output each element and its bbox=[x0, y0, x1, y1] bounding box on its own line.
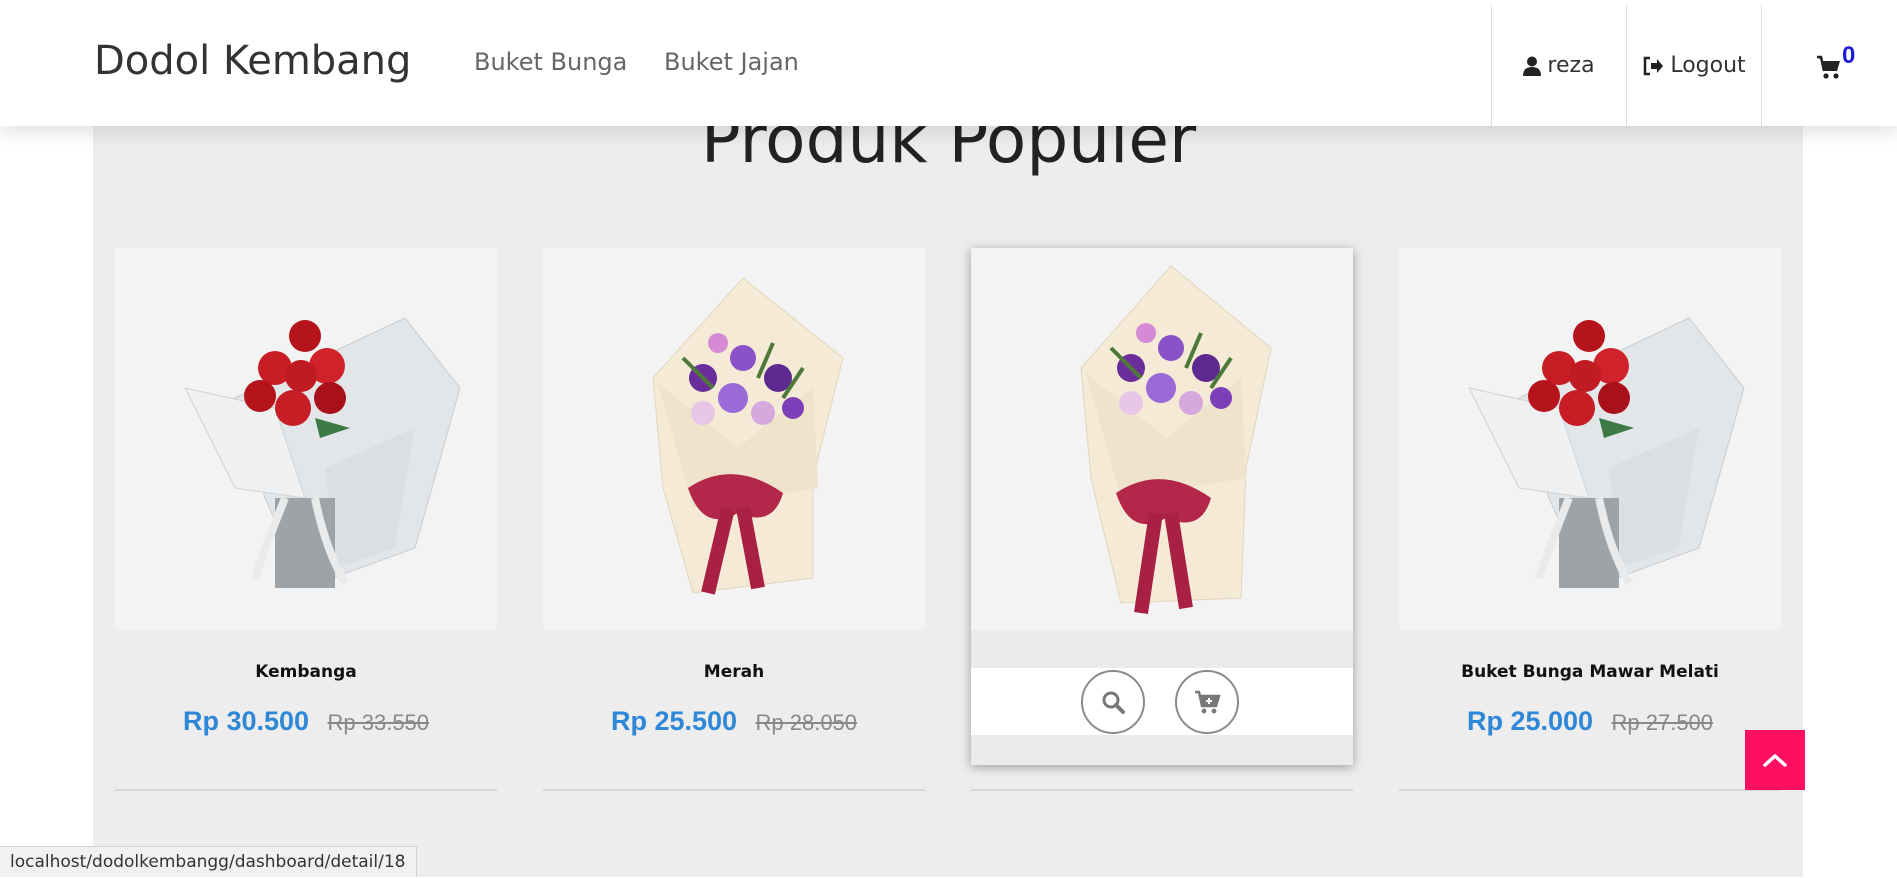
product-old-price: Rp 28.050 bbox=[755, 710, 858, 735]
product-card-hovered[interactable] bbox=[971, 248, 1353, 791]
logout-button[interactable]: Logout bbox=[1626, 5, 1761, 126]
product-price: Rp 30.500 bbox=[182, 706, 310, 736]
product-image[interactable] bbox=[543, 248, 925, 630]
purple-flower-bouquet-image bbox=[1080, 265, 1272, 615]
product-card[interactable]: Buket Bunga Mawar Melati Rp 25.000 Rp 27… bbox=[1399, 248, 1781, 791]
card-divider bbox=[971, 789, 1353, 791]
user-menu[interactable]: reza bbox=[1491, 5, 1626, 126]
product-price: Rp 25.000 bbox=[1466, 706, 1594, 736]
product-price: Rp 25.500 bbox=[610, 706, 738, 736]
red-rose-bouquet-image bbox=[1468, 317, 1745, 589]
product-card[interactable]: Kembanga Rp 30.500 Rp 33.550 bbox=[115, 248, 497, 791]
user-name: reza bbox=[1547, 53, 1595, 78]
red-rose-bouquet-image bbox=[184, 317, 461, 589]
product-old-price: Rp 27.500 bbox=[1611, 710, 1714, 735]
nav-link-buket-bunga[interactable]: Buket Bunga bbox=[474, 48, 627, 76]
product-card[interactable]: Merah Rp 25.500 Rp 28.050 bbox=[543, 248, 925, 791]
product-name[interactable]: Kembanga bbox=[115, 662, 497, 682]
sign-out-icon bbox=[1644, 56, 1664, 75]
product-action-bar bbox=[971, 668, 1353, 735]
cart-count-badge: 0 bbox=[1842, 42, 1856, 69]
cart-plus-icon bbox=[1195, 690, 1221, 714]
navbar: Dodol Kembang Buket Bunga Buket Jajan re… bbox=[0, 0, 1897, 126]
search-icon bbox=[1102, 691, 1125, 714]
product-old-price: Rp 33.550 bbox=[327, 710, 430, 735]
card-divider bbox=[543, 789, 925, 791]
cart-icon[interactable] bbox=[1816, 54, 1842, 80]
card-divider bbox=[1399, 789, 1781, 791]
product-name[interactable]: Buket Bunga Mawar Melati bbox=[1399, 662, 1781, 682]
product-name[interactable]: Merah bbox=[543, 662, 925, 682]
add-to-cart-button[interactable] bbox=[1175, 670, 1239, 734]
back-to-top-button[interactable] bbox=[1745, 730, 1805, 790]
product-image[interactable] bbox=[115, 248, 497, 630]
status-bar-url: localhost/dodolkembangg/dashboard/detail… bbox=[0, 846, 417, 877]
view-product-button[interactable] bbox=[1081, 670, 1145, 734]
nav-link-buket-jajan[interactable]: Buket Jajan bbox=[664, 48, 799, 76]
logout-label: Logout bbox=[1670, 53, 1746, 78]
product-image[interactable] bbox=[1399, 248, 1781, 630]
product-image[interactable] bbox=[971, 248, 1353, 630]
chevron-up-icon bbox=[1763, 754, 1787, 767]
purple-flower-bouquet-image bbox=[652, 277, 844, 595]
card-divider bbox=[115, 789, 497, 791]
brand-logo[interactable]: Dodol Kembang bbox=[94, 38, 411, 84]
user-icon bbox=[1523, 56, 1542, 76]
